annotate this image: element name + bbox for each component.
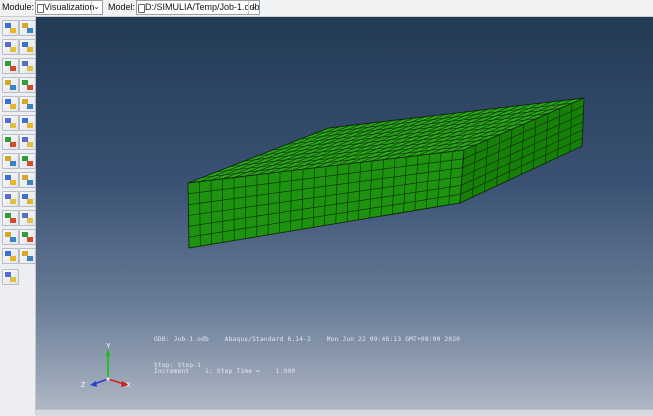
animate-scale-icon-glyph [10, 104, 16, 109]
plot-contours-icon[interactable] [2, 58, 19, 74]
plot-overlay-icon[interactable] [19, 77, 36, 93]
stream-icon[interactable] [19, 172, 36, 188]
stream-icon-glyph [27, 180, 33, 185]
animation-options-icon[interactable] [19, 115, 36, 131]
chevron-down-icon[interactable]: ⌄ [248, 1, 258, 14]
probe-icon[interactable] [2, 229, 19, 245]
report-icon[interactable] [19, 210, 36, 226]
animate-harmonic-icon[interactable] [2, 115, 19, 131]
free-body-icon-glyph [10, 218, 16, 223]
display-group-icon-glyph [10, 199, 16, 204]
field-output-icon-glyph [27, 256, 33, 261]
query-icon-glyph [27, 142, 33, 147]
query-icon[interactable] [19, 134, 36, 150]
field-output-icon[interactable] [19, 248, 36, 264]
display-group-icon[interactable] [2, 191, 19, 207]
animate-time-icon[interactable] [19, 96, 36, 112]
module-value: Visualization [44, 1, 94, 14]
sketch-icon[interactable] [19, 229, 36, 245]
module-select[interactable]: Visualization ⌄ [35, 0, 103, 15]
view-cut-icon[interactable] [2, 134, 19, 150]
create-field-icon[interactable] [2, 248, 19, 264]
model-icon [138, 4, 145, 13]
free-body-icon[interactable] [2, 210, 19, 226]
animation-options-icon-glyph [27, 123, 33, 128]
triad-y-label: Y [106, 343, 111, 350]
plot-deformed-icon[interactable] [19, 39, 36, 55]
common-options-icon[interactable] [19, 20, 36, 36]
context-bar: Module: Visualization ⌄ Model: D:/SIMULI… [0, 0, 653, 17]
xy-data-manager-icon[interactable] [2, 153, 19, 169]
view-triad: Y Z X [36, 17, 653, 409]
model-label: Model: [108, 2, 135, 12]
chevron-down-icon[interactable]: ⌄ [91, 1, 101, 14]
animate-harmonic-icon-glyph [10, 123, 16, 128]
animate-scale-icon[interactable] [2, 96, 19, 112]
model-value: D:/SIMULIA/Temp/Job-1.odb [145, 1, 260, 14]
triad-z-label: Z [81, 382, 86, 389]
create-field-icon-glyph [10, 256, 16, 261]
probe-icon-glyph [10, 237, 16, 242]
tools-wrench-icon-glyph [10, 277, 16, 282]
model-select[interactable]: D:/SIMULIA/Temp/Job-1.odb ⌄ [136, 0, 260, 15]
module-label: Module: [2, 2, 34, 12]
color-code-icon-glyph [27, 199, 33, 204]
sketch-icon-glyph [27, 237, 33, 242]
increment-info-text: Increment 1: Step Time = 1.000 [154, 368, 295, 375]
result-tools-icon[interactable] [2, 20, 19, 36]
plot-deformed-icon-glyph [27, 47, 33, 52]
plot-contours-icon-glyph [10, 66, 16, 71]
common-options-icon-glyph [27, 28, 33, 33]
path-icon-glyph [10, 180, 16, 185]
xy-data-manager-icon-glyph [10, 161, 16, 166]
plot-material-icon[interactable] [2, 77, 19, 93]
path-icon[interactable] [2, 172, 19, 188]
result-tools-icon-glyph [10, 28, 16, 33]
odb-info-text: ODB: Job-1.odb Abaqus/Standard 6.14-2 Mo… [154, 336, 460, 343]
view-cut-icon-glyph [10, 142, 16, 147]
plot-symbols-icon[interactable] [19, 58, 36, 74]
module-icon [37, 4, 44, 13]
xy-plot-icon[interactable] [19, 153, 36, 169]
report-icon-glyph [27, 218, 33, 223]
plot-overlay-icon-glyph [27, 85, 33, 90]
plot-undeformed-icon-glyph [10, 47, 16, 52]
plot-material-icon-glyph [10, 85, 16, 90]
tools-wrench-icon[interactable] [2, 269, 19, 285]
viewport[interactable]: Y Z X ODB: Job-1.odb Abaqus/Standard 6.1… [36, 17, 653, 409]
animate-time-icon-glyph [27, 104, 33, 109]
plot-symbols-icon-glyph [27, 66, 33, 71]
triad-x-label: X [126, 382, 131, 389]
color-code-icon[interactable] [19, 191, 36, 207]
toolbox [0, 17, 36, 415]
xy-plot-icon-glyph [27, 161, 33, 166]
plot-undeformed-icon[interactable] [2, 39, 19, 55]
